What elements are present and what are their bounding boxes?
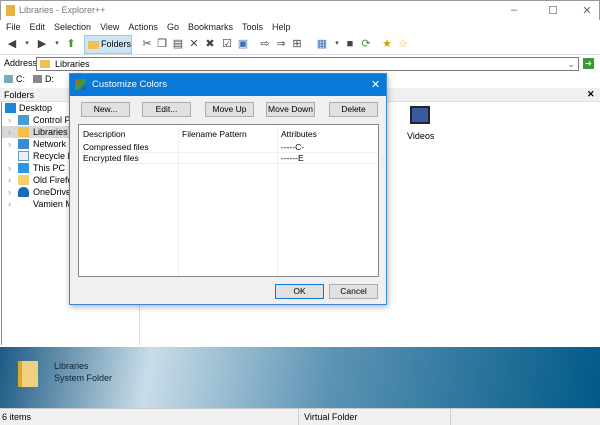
customize-colors-dialog: Customize Colors ✕ New... Edit... Move U… xyxy=(69,73,387,305)
title-bar: Libraries - Explorer++ – ☐ ✕ xyxy=(0,0,600,20)
status-type: Virtual Folder xyxy=(298,409,357,425)
menu-bookmarks[interactable]: Bookmarks xyxy=(188,22,233,32)
forward-dropdown-icon[interactable]: ▾ xyxy=(50,37,64,51)
info-name: Libraries xyxy=(54,361,89,371)
back-dropdown-icon[interactable]: ▾ xyxy=(20,37,34,51)
status-divider xyxy=(450,409,451,425)
move-down-button[interactable]: Move Down xyxy=(266,102,315,117)
copy-to-icon[interactable]: ⇨ xyxy=(258,37,272,51)
row-attributes: ------E xyxy=(281,153,304,163)
toolbar: ◀ ▾ ▶ ▾ ⬆ Folders ✂ ❐ ▤ ✕ ✖ ☑ ▣ ⇨ ⇒ ⊞ ▦ … xyxy=(0,34,600,55)
display-window: Libraries System Folder xyxy=(0,347,600,408)
folder-icon xyxy=(18,361,38,387)
info-type: System Folder xyxy=(54,373,113,383)
dialog-title-bar: Customize Colors ✕ xyxy=(70,74,386,96)
new-button[interactable]: New... xyxy=(81,102,130,117)
app-icon xyxy=(6,5,15,16)
properties-icon[interactable]: ☑ xyxy=(220,37,234,51)
refresh-icon[interactable]: ⟳ xyxy=(359,37,373,51)
move-up-button[interactable]: Move Up xyxy=(205,102,254,117)
drive-d-button[interactable]: D: xyxy=(45,74,54,84)
menu-go[interactable]: Go xyxy=(167,22,179,32)
status-bar: 6 items Virtual Folder xyxy=(0,408,600,425)
views-icon[interactable]: ▦ xyxy=(315,37,329,51)
address-input[interactable]: Libraries ⌄ xyxy=(36,57,579,71)
desktop-icon xyxy=(5,103,16,113)
column-header-attributes[interactable]: Attributes xyxy=(281,129,317,140)
add-bookmark-icon[interactable]: ★ xyxy=(380,37,394,51)
menu-help[interactable]: Help xyxy=(272,22,291,32)
dialog-close-icon[interactable]: ✕ xyxy=(371,74,380,96)
move-to-icon[interactable]: ⇒ xyxy=(274,37,288,51)
drive-c-button[interactable]: C: xyxy=(16,74,25,84)
up-icon[interactable]: ⬆ xyxy=(64,37,78,51)
row-description: Compressed files xyxy=(83,142,149,152)
views-dropdown-icon[interactable]: ▾ xyxy=(330,37,344,51)
delete-button[interactable]: Delete xyxy=(329,102,378,117)
row-description: Encrypted files xyxy=(83,153,139,163)
folders-button[interactable]: Folders xyxy=(84,35,132,54)
cut-icon[interactable]: ✂ xyxy=(140,37,154,51)
back-icon[interactable]: ◀ xyxy=(5,37,19,51)
folder-icon xyxy=(88,41,99,49)
status-count: 6 items xyxy=(2,412,32,422)
open-icon[interactable]: ▣ xyxy=(236,37,250,51)
close-pane-icon[interactable]: ✕ xyxy=(587,89,595,100)
videos-icon xyxy=(410,106,430,124)
menu-tools[interactable]: Tools xyxy=(242,22,263,32)
address-dropdown-icon[interactable]: ⌄ xyxy=(567,58,575,70)
bookmarks-icon[interactable]: ☆ xyxy=(396,37,410,51)
go-icon[interactable]: ➜ xyxy=(583,58,594,69)
menu-file[interactable]: File xyxy=(6,22,21,32)
dialog-app-icon xyxy=(75,79,86,90)
delete-icon[interactable]: ✕ xyxy=(187,37,201,51)
drive-c-icon xyxy=(4,75,13,83)
pc-icon xyxy=(18,163,29,173)
column-header-description[interactable]: Description xyxy=(83,129,126,140)
cancel-button[interactable]: Cancel xyxy=(329,284,378,299)
folder-icon xyxy=(18,175,29,185)
control-panel-icon xyxy=(18,115,29,125)
libraries-icon xyxy=(40,60,50,68)
window-title: Libraries - Explorer++ xyxy=(19,5,106,15)
new-folder-icon[interactable]: ⊞ xyxy=(290,37,304,51)
list-row[interactable]: Compressed files -----C- xyxy=(79,142,378,153)
paste-icon[interactable]: ▤ xyxy=(171,37,185,51)
close-button[interactable]: ✕ xyxy=(580,4,594,18)
edit-button[interactable]: Edit... xyxy=(142,102,191,117)
copy-icon[interactable]: ❐ xyxy=(155,37,169,51)
drive-d-icon xyxy=(33,75,42,83)
menu-bar: File Edit Selection View Actions Go Bookmarks T… xyxy=(0,20,600,34)
address-label: Address xyxy=(4,58,38,68)
content-item-videos[interactable]: Videos xyxy=(407,131,434,141)
menu-edit[interactable]: Edit xyxy=(30,22,46,32)
menu-selection[interactable]: Selection xyxy=(54,22,91,32)
libraries-icon xyxy=(18,127,29,137)
recycle-bin-icon xyxy=(18,151,29,161)
menu-actions[interactable]: Actions xyxy=(128,22,158,32)
network-icon xyxy=(18,139,29,149)
address-bar: Address Libraries ⌄ ➜ xyxy=(0,56,600,72)
menu-view[interactable]: View xyxy=(100,22,119,32)
delete-permanently-icon[interactable]: ✖ xyxy=(203,37,217,51)
list-row[interactable]: Encrypted files ------E xyxy=(79,153,378,164)
row-attributes: -----C- xyxy=(281,142,305,152)
maximize-button[interactable]: ☐ xyxy=(546,4,560,18)
column-header-pattern[interactable]: Filename Pattern xyxy=(182,129,247,140)
dialog-title: Customize Colors xyxy=(92,79,167,90)
onedrive-icon xyxy=(18,187,29,197)
command-prompt-icon[interactable]: ■ xyxy=(343,37,357,51)
color-rules-list[interactable]: Description Filename Pattern Attributes … xyxy=(78,124,379,277)
forward-icon[interactable]: ▶ xyxy=(35,37,49,51)
minimize-button[interactable]: – xyxy=(507,4,521,18)
ok-button[interactable]: OK xyxy=(275,284,324,299)
